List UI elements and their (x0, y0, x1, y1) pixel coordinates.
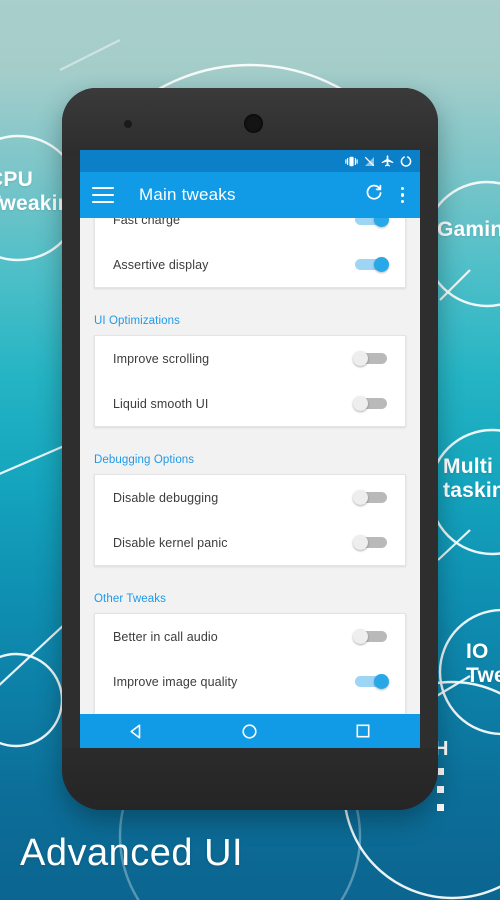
card-spacer (80, 427, 420, 441)
promo-headline: Advanced UI (20, 832, 244, 874)
phone-device-frame: Main tweaks Fast charge Assertive displa… (62, 88, 438, 810)
airplane-mode-icon (381, 155, 394, 167)
settings-toggle[interactable] (353, 257, 389, 272)
settings-row-label: Liquid smooth UI (113, 396, 209, 411)
status-bar (80, 150, 420, 172)
bg-label-gaming: Gaming (437, 218, 500, 241)
settings-row-label: Fast charge (113, 218, 181, 227)
bg-label-multi-line1: Multi (443, 455, 493, 478)
settings-scroll-area[interactable]: Fast charge Assertive display UI Optimizat… (80, 218, 420, 714)
settings-row-label: Improve scrolling (113, 351, 210, 366)
settings-row[interactable]: Assertive display (95, 242, 405, 287)
toggle-thumb (353, 629, 368, 644)
settings-row-label: Better in call audio (113, 629, 218, 644)
settings-card: Better in call audio Improve image qualit… (94, 613, 406, 714)
card-spacer (80, 566, 420, 580)
bg-label-multitasking: Multi tasking (443, 455, 500, 503)
battery-icon (400, 155, 412, 167)
settings-card: Improve scrolling Liquid smooth UI (94, 335, 406, 427)
bg-label-multi-line2: tasking (443, 479, 500, 502)
toggle-thumb (374, 674, 389, 689)
bg-decoration-dot (437, 804, 444, 811)
settings-toggle[interactable] (353, 218, 389, 227)
settings-row[interactable]: Improve image quality (95, 659, 405, 704)
settings-row[interactable]: Fast charge (95, 218, 405, 242)
hamburger-menu-icon[interactable] (92, 187, 114, 203)
vibrate-icon (345, 156, 358, 167)
settings-toggle[interactable] (353, 351, 389, 366)
app-bar-actions (365, 184, 409, 207)
settings-row[interactable]: Liquid smooth UI (95, 381, 405, 426)
section-header: Other Tweaks (94, 593, 166, 605)
toggle-thumb (374, 257, 389, 272)
page-title: Main tweaks (139, 185, 236, 204)
proximity-sensor-icon (124, 120, 132, 128)
front-camera-icon (244, 114, 263, 133)
settings-card: Disable debugging Disable kernel panic (94, 474, 406, 566)
settings-row-label: Improve image quality (113, 674, 238, 689)
toggle-thumb (353, 490, 368, 505)
section-header: UI Optimizations (94, 315, 180, 327)
toggle-thumb (353, 351, 368, 366)
bg-label-io-tweaks: IO Tweaks (466, 640, 500, 688)
overflow-menu-icon[interactable] (397, 185, 409, 206)
no-sim-icon (364, 156, 375, 167)
settings-card: Fast charge Assertive display (94, 218, 406, 288)
promo-screenshot: CPU Tweaking Gaming Multi tasking IO Twe… (0, 0, 500, 900)
section-header: Debugging Options (94, 454, 195, 466)
settings-row[interactable]: Disable kernel panic (95, 520, 405, 565)
overflow-dot (400, 186, 404, 191)
settings-toggle[interactable] (353, 535, 389, 550)
overflow-dot (400, 199, 404, 204)
settings-row[interactable]: Better in call audio (95, 614, 405, 659)
hamburger-line (92, 187, 114, 189)
settings-row[interactable]: Misc tweaks (95, 704, 405, 714)
toggle-thumb (353, 396, 368, 411)
refresh-icon[interactable] (365, 184, 383, 207)
card-spacer (80, 288, 420, 302)
settings-row[interactable]: Improve scrolling (95, 336, 405, 381)
android-navigation-bar (80, 714, 420, 748)
phone-screen: Main tweaks Fast charge Assertive displa… (80, 150, 420, 748)
hamburger-line (92, 194, 114, 196)
settings-row-label: Disable kernel panic (113, 535, 228, 550)
home-nav-icon[interactable] (220, 714, 280, 748)
bg-label-io-line2: Tweaks (466, 664, 500, 687)
recents-nav-icon[interactable] (333, 714, 393, 748)
bg-decoration-dot (437, 768, 444, 775)
toggle-thumb (374, 218, 389, 227)
app-bar: Main tweaks (80, 172, 420, 218)
settings-row-label: Disable debugging (113, 490, 219, 505)
back-nav-icon[interactable] (107, 714, 167, 748)
phone-bottom-bezel (62, 748, 438, 810)
settings-toggle[interactable] (353, 629, 389, 644)
bg-decoration-dot (437, 786, 444, 793)
overflow-dot (400, 193, 404, 197)
settings-row[interactable]: Disable debugging (95, 475, 405, 520)
bg-label-io-line1: IO (466, 640, 489, 663)
settings-toggle[interactable] (353, 674, 389, 689)
settings-toggle[interactable] (353, 396, 389, 411)
hamburger-line (92, 201, 114, 203)
settings-toggle[interactable] (353, 490, 389, 505)
settings-row-label: Assertive display (113, 257, 209, 272)
toggle-thumb (353, 535, 368, 550)
